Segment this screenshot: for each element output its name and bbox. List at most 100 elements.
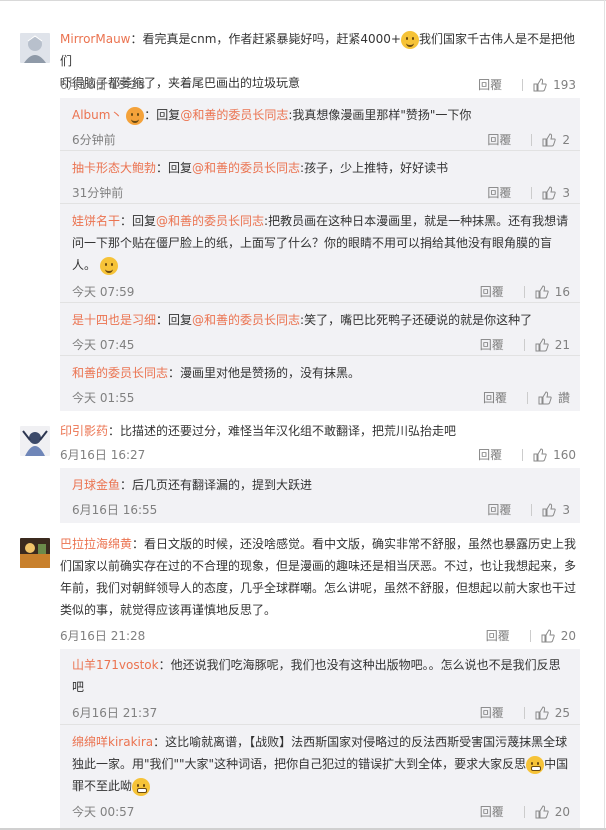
reply-text: 山羊171vostok：他还说我们吃海豚呢，我们也没有这种出版物吧。。怎么说也不… [72, 658, 561, 694]
reply-actions: 回覆 25 [480, 704, 570, 721]
like-button[interactable]: 讚 [538, 389, 570, 406]
comment-actions: 回覆 193 [478, 76, 576, 93]
reply-button[interactable]: 回覆 [478, 446, 502, 463]
like-button[interactable]: 193 [533, 78, 576, 92]
reply-box: 山羊171vostok：他还说我们吃海豚呢，我们也没有这种出版物吧。。怎么说也不… [60, 649, 580, 830]
reply-username[interactable]: 山羊171vostok [72, 658, 159, 672]
reply-text: 和善的委员长同志：漫画里对他是赞扬的，没有抹黑。 [72, 366, 361, 380]
like-count: 160 [553, 447, 576, 462]
reply-box: 月球金鱼：后几页还有翻译漏的，提到大跃进 6月16日 16:55 回覆 3 [60, 468, 580, 523]
comment-time: 6月16日 15:28 [60, 78, 146, 92]
reply-username[interactable]: 绵绵咩kirakira [72, 735, 153, 749]
emoji-icon [126, 106, 145, 125]
like-count: 2 [562, 132, 570, 147]
emoji-icon [400, 30, 419, 49]
like-count: 20 [554, 804, 570, 819]
mention-link[interactable]: @和善的委员长同志 [192, 161, 300, 175]
reply-username[interactable]: 抽卡形态大鲍勃 [72, 161, 156, 175]
mention-link[interactable]: @和善的委员长同志 [192, 313, 300, 327]
thumbs-up-icon [535, 705, 549, 719]
like-button[interactable]: 20 [535, 805, 570, 819]
comment-actions: 回覆 160 [478, 446, 576, 463]
reply-actions: 回覆 21 [480, 336, 570, 353]
reply-time: 今天 00:57 [72, 805, 135, 819]
like-count: 3 [562, 502, 570, 517]
thumbs-up-icon [533, 447, 547, 461]
reply-time: 6分钟前 [72, 133, 116, 147]
comment-username[interactable]: MirrorMauw [60, 32, 130, 46]
like-count: 25 [554, 705, 570, 720]
reply-time: 今天 01:55 [72, 391, 135, 405]
reply-time: 6月16日 16:55 [72, 503, 158, 517]
like-count: 16 [554, 284, 570, 299]
comment-time: 6月16日 21:28 [60, 629, 146, 643]
avatar[interactable] [20, 426, 50, 456]
reply-username[interactable]: Album丶 [72, 108, 122, 122]
reply-actions: 回覆 16 [480, 283, 570, 300]
reply-button[interactable]: 回覆 [487, 184, 511, 201]
reply-text: Album丶 ：回复@和善的委员长同志:我真想像漫画里那样"赞扬"一下你 [72, 104, 572, 126]
reply-button[interactable]: 回覆 [483, 389, 507, 406]
like-count: 193 [553, 77, 576, 92]
reply-button[interactable]: 回覆 [487, 501, 511, 518]
reply-button[interactable]: 回覆 [478, 76, 502, 93]
like-button[interactable]: 16 [535, 285, 570, 299]
comment-actions: 回覆 20 [486, 627, 576, 644]
thumbs-up-icon [538, 390, 552, 404]
reply-button[interactable]: 回覆 [487, 131, 511, 148]
reply-text: 绵绵咩kirakira：这比喻就离谱，【战败】法西斯国家对侵略过的反法西斯受害国… [72, 731, 572, 797]
reply-text: 抽卡形态大鲍勃：回复@和善的委员长同志:孩子，少上推特，好好读书 [72, 161, 449, 175]
mention-link[interactable]: @和善的委员长同志 [156, 214, 264, 228]
like-button[interactable]: 3 [542, 503, 570, 517]
reply-username[interactable]: 是十四也是习细 [72, 313, 156, 327]
reply-button[interactable]: 回覆 [480, 704, 504, 721]
emoji-icon [526, 755, 545, 774]
like-count: 20 [560, 628, 576, 643]
emoji-icon [99, 256, 118, 275]
reply-time: 31分钟前 [72, 186, 124, 200]
like-button[interactable]: 20 [541, 629, 576, 643]
reply-username[interactable]: 娃饼名干 [72, 214, 120, 228]
thumbs-up-icon [535, 284, 549, 298]
reply-box: Album丶 ：回复@和善的委员长同志:我真想像漫画里那样"赞扬"一下你 6分钟… [60, 98, 580, 411]
thumbs-up-icon [542, 132, 557, 146]
avatar[interactable] [20, 33, 50, 63]
emoji-icon [132, 777, 151, 796]
mention-link[interactable]: @和善的委员长同志 [180, 108, 288, 122]
avatar[interactable] [20, 538, 50, 568]
thumbs-up-icon [535, 337, 549, 351]
comment-username[interactable]: 巴拉拉海绵黄 [60, 537, 132, 551]
reply-button[interactable]: 回覆 [480, 336, 504, 353]
reply-time: 今天 07:59 [72, 285, 135, 299]
reply-time: 今天 07:45 [72, 338, 135, 352]
reply-actions: 回覆 2 [487, 131, 570, 148]
reply-username[interactable]: 月球金鱼 [72, 478, 120, 492]
reply-actions: 回覆 3 [487, 501, 570, 518]
reply-actions: 回覆 20 [480, 803, 570, 820]
thumbs-up-icon [541, 628, 555, 642]
reply-username[interactable]: 和善的委员长同志 [72, 366, 168, 380]
reply-time: 6月16日 21:37 [72, 706, 158, 720]
thumbs-up-icon [542, 502, 557, 516]
reply-text: 月球金鱼：后几页还有翻译漏的，提到大跃进 [72, 478, 313, 492]
reply-actions: 回覆 3 [487, 184, 570, 201]
like-button[interactable]: 21 [535, 338, 570, 352]
reply-button[interactable]: 回覆 [486, 627, 510, 644]
like-button[interactable]: 25 [535, 706, 570, 720]
like-count: 21 [554, 337, 570, 352]
thumbs-up-icon [533, 77, 547, 91]
reply-button[interactable]: 回覆 [480, 803, 504, 820]
thumbs-up-icon [535, 804, 549, 818]
comment-text: 印引影药：比描述的还要过分，难怪当年汉化组不敢翻译，把荒川弘抬走吧 [60, 424, 457, 438]
comment-time: 6月16日 16:27 [60, 448, 146, 462]
comment-text: 巴拉拉海绵黄：看日文版的时候，还没啥感觉。看中文版，确实非常不舒服，虽然也暴露历… [60, 537, 577, 617]
reply-button[interactable]: 回覆 [480, 283, 504, 300]
like-count: 讚 [557, 391, 570, 405]
like-button[interactable]: 2 [542, 133, 570, 147]
reply-actions: 回覆 讚 [483, 389, 570, 406]
reply-text: 是十四也是习细：回复@和善的委员长同志:笑了，嘴巴比死鸭子还硬说的就是你这种了 [72, 313, 533, 327]
like-button[interactable]: 3 [542, 186, 570, 200]
comment-username[interactable]: 印引影药 [60, 424, 108, 438]
like-count: 3 [562, 185, 570, 200]
like-button[interactable]: 160 [533, 448, 576, 462]
